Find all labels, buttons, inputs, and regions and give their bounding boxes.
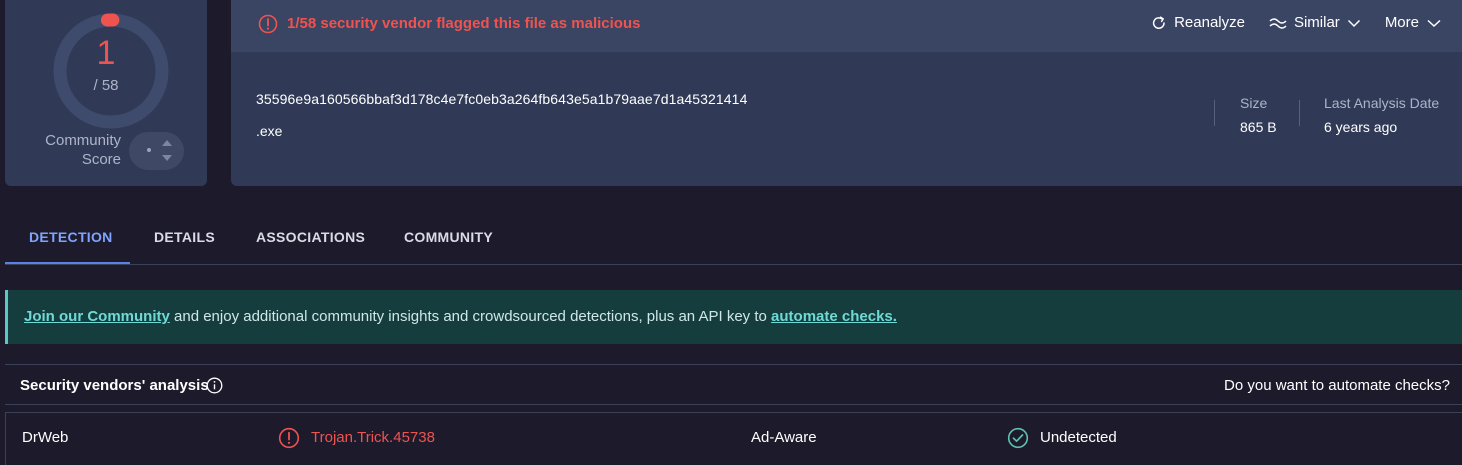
similar-button[interactable]: Similar xyxy=(1269,14,1361,31)
tab-detection[interactable]: DETECTION xyxy=(29,229,113,245)
malicious-alert-text: 1/58 security vendor flagged this file a… xyxy=(287,15,641,32)
file-summary-card: 1/58 security vendor flagged this file a… xyxy=(231,0,1462,186)
downvote-icon[interactable] xyxy=(162,155,172,161)
meta-divider xyxy=(1214,100,1215,126)
alert-circle-icon xyxy=(258,14,278,34)
size-label: Size xyxy=(1240,95,1268,111)
detection-count: 1 xyxy=(96,34,116,72)
tab-details[interactable]: DETAILS xyxy=(154,229,215,245)
report-tabs: DETECTION DETAILS ASSOCIATIONS COMMUNITY xyxy=(5,213,1462,265)
community-score-label: Community Score xyxy=(45,132,121,168)
automate-checks-link[interactable]: automate checks. xyxy=(771,308,897,325)
tab-community[interactable]: COMMUNITY xyxy=(404,229,493,245)
check-circle-icon xyxy=(1007,427,1029,449)
refresh-icon xyxy=(1152,15,1165,29)
vendor-name: DrWeb xyxy=(22,429,69,446)
file-summary-header: 1/58 security vendor flagged this file a… xyxy=(231,0,1462,52)
vendors-analysis-header: Security vendors' analysis Do you want t… xyxy=(5,364,1462,405)
banner-text: Join our Community and enjoy additional … xyxy=(24,308,897,325)
engine-total: / 58 xyxy=(93,77,119,94)
last-analysis-label: Last Analysis Date xyxy=(1324,95,1440,111)
automate-checks-prompt[interactable]: Do you want to automate checks? xyxy=(1224,377,1450,394)
community-vote-control[interactable] xyxy=(129,132,184,170)
file-extension: .exe xyxy=(256,123,283,139)
community-score-card: 1 / 58 Community Score xyxy=(5,0,207,186)
tab-associations[interactable]: ASSOCIATIONS xyxy=(256,229,365,245)
community-banner: Join our Community and enjoy additional … xyxy=(5,290,1462,344)
chevron-down-icon xyxy=(1347,19,1360,27)
vendor-name: Ad-Aware xyxy=(751,429,817,446)
info-icon[interactable] xyxy=(206,377,223,394)
similar-icon xyxy=(1269,17,1287,29)
vote-score-dot xyxy=(147,148,151,152)
more-button[interactable]: More xyxy=(1385,14,1442,31)
detection-result: Trojan.Trick.45738 xyxy=(311,429,435,446)
file-hash[interactable]: 35596e9a160566bbaf3d178c4e7fc0eb3a264fb6… xyxy=(256,91,747,107)
chevron-down-icon xyxy=(1427,19,1441,27)
active-tab-indicator xyxy=(5,262,130,264)
section-title: Security vendors' analysis xyxy=(20,377,209,394)
file-actions: Reanalyze Similar More xyxy=(1151,14,1442,31)
upvote-icon[interactable] xyxy=(162,140,172,146)
banner-message: and enjoy additional community insights … xyxy=(169,308,772,325)
size-value: 865 B xyxy=(1240,119,1277,135)
detection-result: Undetected xyxy=(1040,429,1117,446)
table-row: DrWeb Trojan.Trick.45738 Ad-Aware Undete… xyxy=(5,412,1462,465)
alert-circle-icon xyxy=(278,427,300,449)
join-community-link[interactable]: Join our Community xyxy=(24,308,170,325)
last-analysis-value: 6 years ago xyxy=(1324,119,1398,135)
meta-divider xyxy=(1299,100,1300,126)
reanalyze-button[interactable]: Reanalyze xyxy=(1151,14,1245,31)
